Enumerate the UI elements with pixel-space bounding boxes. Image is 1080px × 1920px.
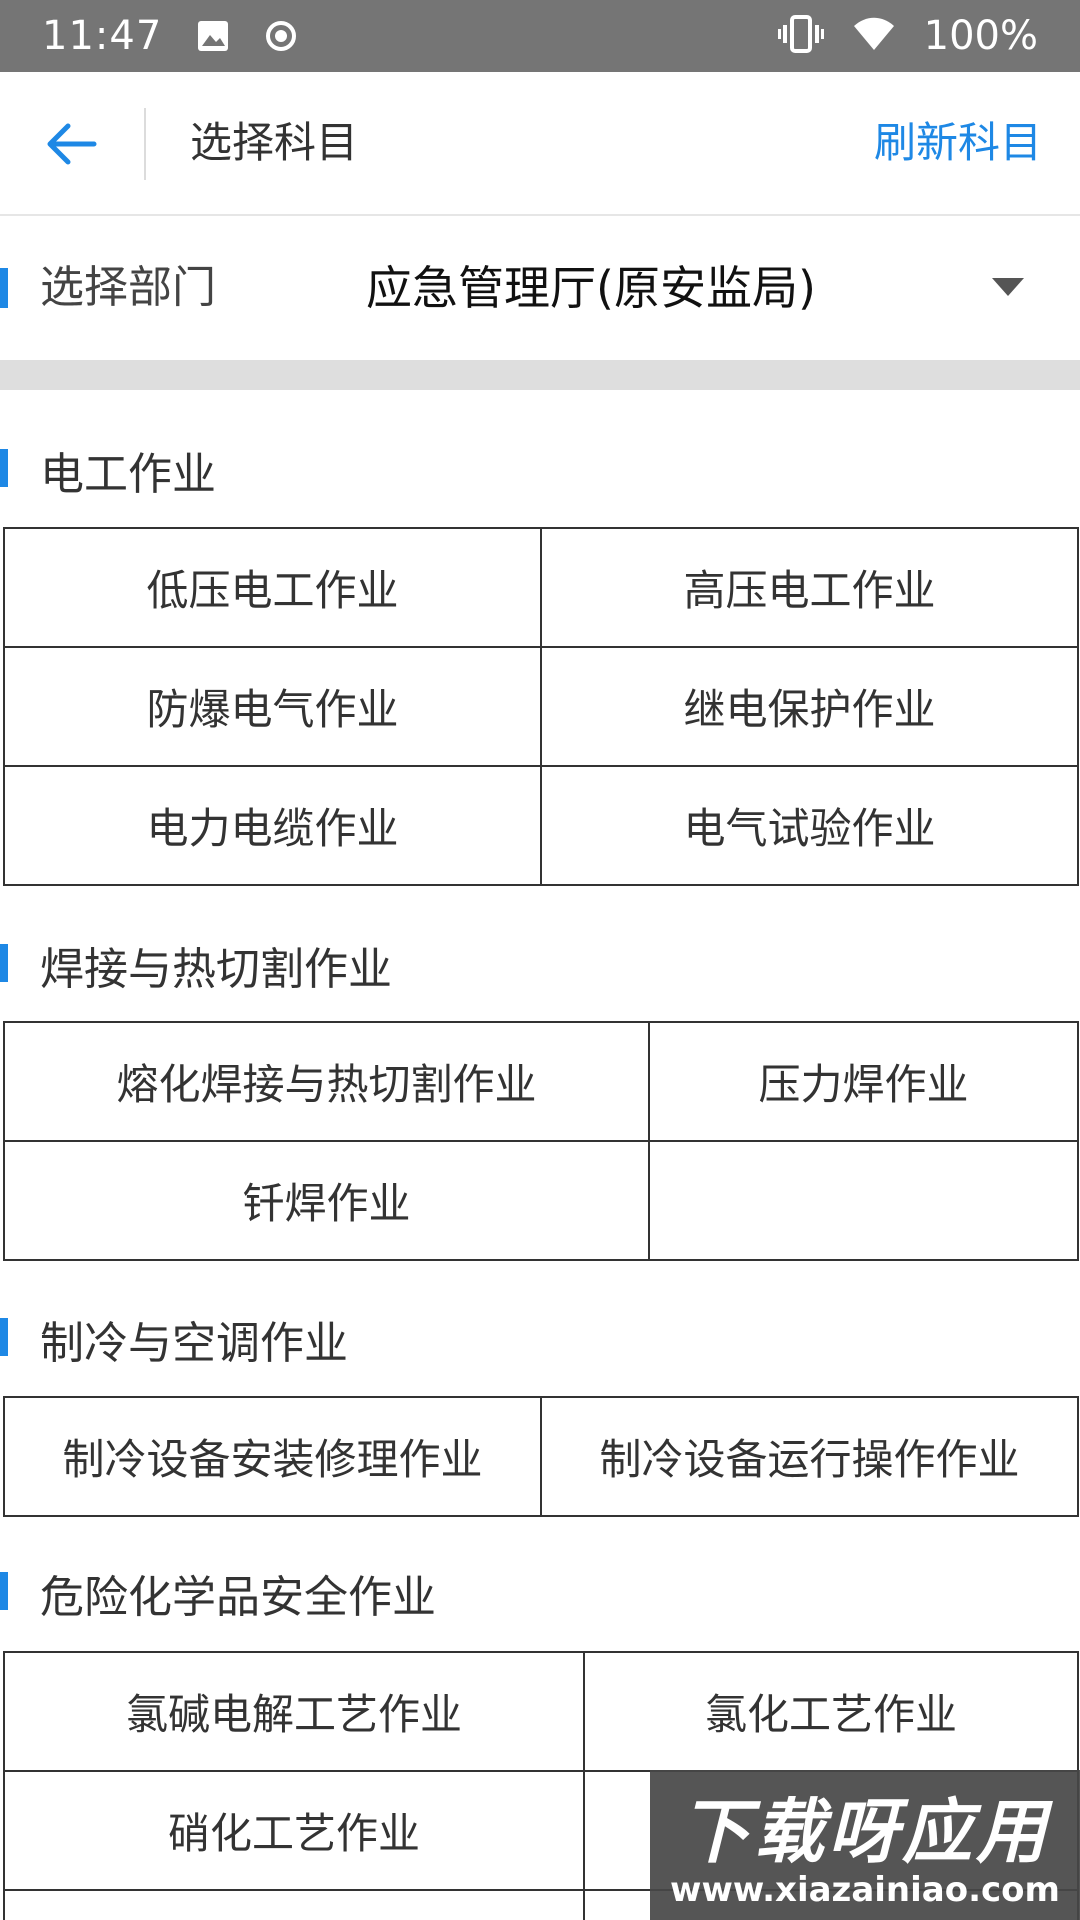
- section-title-refrigeration: 制冷与空调作业: [40, 1318, 348, 1369]
- status-bar: 11:47 100%: [0, 0, 1080, 72]
- refresh-subjects-button[interactable]: 刷新科目: [874, 72, 1042, 214]
- section-accent-bar: [0, 449, 8, 487]
- section-title-welding: 焊接与热切割作业: [40, 944, 392, 995]
- subject-cell[interactable]: 制冷设备安装修理作业: [3, 1396, 542, 1517]
- department-label: 选择部门: [40, 262, 216, 313]
- section-accent-bar: [0, 1572, 8, 1610]
- vibrate-icon: [777, 14, 824, 58]
- record-icon: [264, 19, 298, 53]
- wifi-icon: [852, 16, 896, 56]
- subject-cell[interactable]: 氯化工艺作业: [583, 1651, 1079, 1772]
- subject-cell[interactable]: 压力焊作业: [648, 1021, 1079, 1142]
- subject-cell[interactable]: 氯碱电解工艺作业: [3, 1651, 585, 1772]
- watermark-title: 下载呀应用: [680, 1791, 1050, 1873]
- subject-cell[interactable]: 电气试验作业: [540, 765, 1079, 886]
- department-value[interactable]: 应急管理厅(原安监局): [366, 216, 816, 360]
- subject-cell[interactable]: 熔化焊接与热切割作业: [3, 1021, 650, 1142]
- app-bar: 选择科目 刷新科目: [0, 72, 1080, 216]
- section-accent-bar: [0, 1318, 8, 1356]
- watermark-logo: 下载呀应用 www.xiazainiao.com: [650, 1770, 1080, 1920]
- department-accent-bar: [0, 268, 8, 308]
- watermark-url: www.xiazainiao.com: [670, 1870, 1060, 1910]
- subject-grid-refrigeration: 制冷设备安装修理作业 制冷设备运行操作作业: [3, 1396, 1079, 1517]
- subject-cell[interactable]: 低压电工作业: [3, 527, 542, 648]
- empty-cell: [648, 1140, 1079, 1261]
- status-time: 11:47: [42, 13, 163, 59]
- subject-grid-welding: 熔化焊接与热切割作业 压力焊作业 钎焊作业: [3, 1021, 1079, 1261]
- subject-cell[interactable]: [3, 1889, 585, 1920]
- page-title: 选择科目: [190, 118, 359, 167]
- arrow-left-icon: [47, 123, 97, 165]
- section-separator: [0, 360, 1080, 390]
- back-button[interactable]: [36, 112, 108, 176]
- subject-cell[interactable]: 高压电工作业: [540, 527, 1079, 648]
- section-title-hazardous-chemicals: 危险化学品安全作业: [40, 1572, 436, 1623]
- department-selector[interactable]: 选择部门 应急管理厅(原安监局): [0, 216, 1080, 360]
- subject-grid-electrical: 低压电工作业 高压电工作业 防爆电气作业 继电保护作业 电力电缆作业 电气试验作…: [3, 527, 1079, 886]
- subject-cell[interactable]: 电力电缆作业: [3, 765, 542, 886]
- status-right-group: 100%: [777, 13, 1038, 59]
- app-bar-divider: [144, 108, 146, 180]
- screen: 11:47 100% 选择科目 刷新科目 选择部门 应急管理厅(原安监局) 电工…: [0, 0, 1080, 1920]
- caret-down-icon[interactable]: [992, 278, 1024, 296]
- subject-cell[interactable]: 硝化工艺作业: [3, 1770, 585, 1891]
- image-icon: [196, 19, 230, 53]
- subject-cell[interactable]: 制冷设备运行操作作业: [540, 1396, 1079, 1517]
- section-accent-bar: [0, 944, 8, 982]
- subject-cell[interactable]: 防爆电气作业: [3, 646, 542, 767]
- subject-cell[interactable]: 钎焊作业: [3, 1140, 650, 1261]
- subject-cell[interactable]: 继电保护作业: [540, 646, 1079, 767]
- battery-level: 100%: [923, 13, 1038, 59]
- section-title-electrical: 电工作业: [40, 449, 216, 500]
